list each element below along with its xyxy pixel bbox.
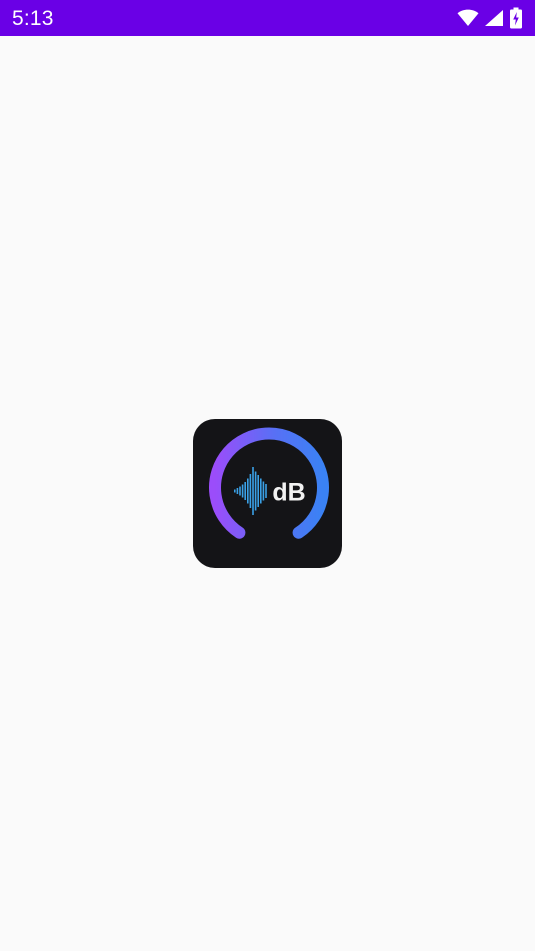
splash-screen: 5:13 dB bbox=[0, 0, 535, 951]
cellular-signal-icon bbox=[484, 9, 504, 27]
gauge-arc bbox=[209, 427, 329, 539]
logo-text: dB bbox=[272, 479, 305, 507]
status-bar: 5:13 bbox=[0, 0, 535, 36]
status-time: 5:13 bbox=[12, 6, 54, 30]
sound-meter-logo-icon: dB bbox=[193, 419, 342, 568]
waveform-icon bbox=[234, 467, 267, 515]
battery-charging-icon bbox=[509, 7, 523, 29]
status-icons bbox=[457, 0, 523, 36]
app-logo-graphic: dB bbox=[209, 427, 329, 539]
wifi-icon bbox=[457, 9, 479, 27]
splash-content: dB bbox=[0, 36, 535, 951]
